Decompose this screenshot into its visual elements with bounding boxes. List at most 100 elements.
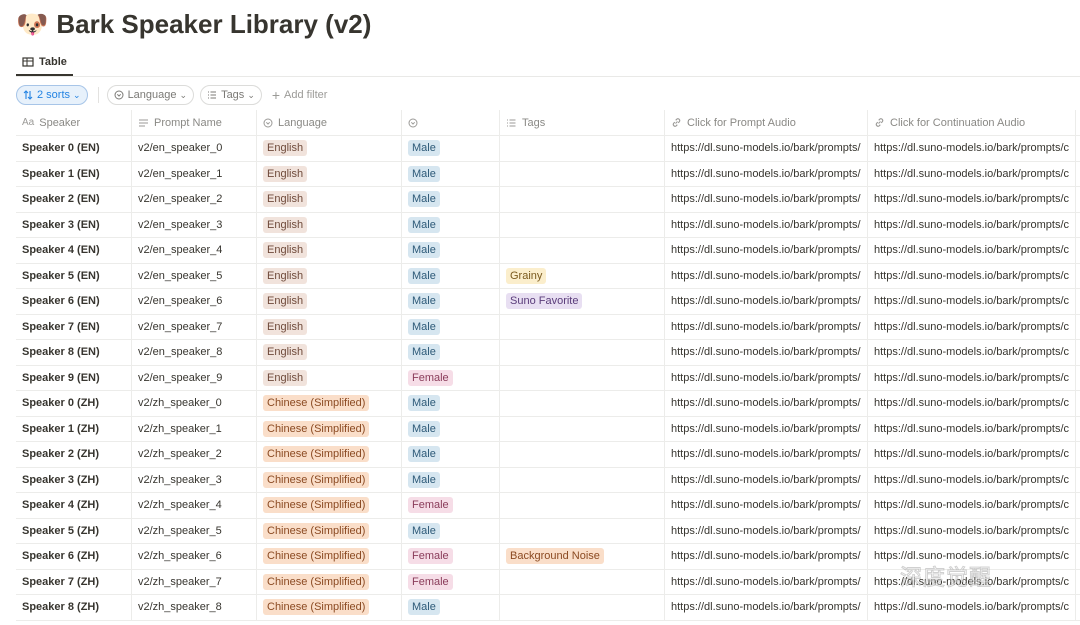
language-cell[interactable]: English — [257, 289, 402, 314]
gender-cell[interactable]: Male — [402, 136, 500, 161]
continuation-audio-link[interactable]: https://dl.suno-models.io/bark/prompts/c — [874, 244, 1069, 256]
tags-cell[interactable] — [500, 212, 665, 237]
continuation-audio-link[interactable]: https://dl.suno-models.io/bark/prompts/c — [874, 219, 1069, 231]
language-cell[interactable]: English — [257, 187, 402, 212]
continuation-audio-cell[interactable]: https://dl.suno-models.io/bark/prompts/c — [868, 595, 1076, 620]
language-cell[interactable]: English — [257, 161, 402, 186]
column-header-prompt-name[interactable]: Prompt Name — [132, 110, 257, 135]
prompt-audio-cell[interactable]: https://dl.suno-models.io/bark/prompts/ — [665, 416, 868, 441]
tags-cell[interactable] — [500, 314, 665, 339]
continuation-audio-link[interactable]: https://dl.suno-models.io/bark/prompts/c — [874, 474, 1069, 486]
prompt-audio-link[interactable]: https://dl.suno-models.io/bark/prompts/ — [671, 168, 861, 180]
prompt-name-cell[interactable]: v2/en_speaker_5 — [132, 263, 257, 288]
tags-cell[interactable] — [500, 416, 665, 441]
prompt-audio-cell[interactable]: https://dl.suno-models.io/bark/prompts/ — [665, 442, 868, 467]
prompt-audio-cell[interactable]: https://dl.suno-models.io/bark/prompts/ — [665, 391, 868, 416]
table-row[interactable]: Speaker 0 (EN) v2/en_speaker_0 English Male… — [16, 136, 1080, 162]
tags-cell[interactable] — [500, 161, 665, 186]
page-title[interactable]: Bark Speaker Library (v2) — [56, 9, 371, 40]
tags-cell[interactable]: Background Noise — [500, 544, 665, 569]
prompt-audio-cell[interactable]: https://dl.suno-models.io/bark/prompts/ — [665, 595, 868, 620]
table-row[interactable]: Speaker 0 (ZH) v2/zh_speaker_0 Chinese (Si… — [16, 391, 1080, 417]
prompt-audio-link[interactable]: https://dl.suno-models.io/bark/prompts/ — [671, 550, 861, 562]
extra-cell[interactable] — [1076, 238, 1080, 263]
extra-cell[interactable] — [1076, 340, 1080, 365]
continuation-audio-cell[interactable]: https://dl.suno-models.io/bark/prompts/c — [868, 416, 1076, 441]
column-header-speaker[interactable]: Aa Speaker — [16, 110, 132, 135]
language-cell[interactable]: Chinese (Simplified) — [257, 493, 402, 518]
continuation-audio-link[interactable]: https://dl.suno-models.io/bark/prompts/c — [874, 346, 1069, 358]
prompt-audio-link[interactable]: https://dl.suno-models.io/bark/prompts/ — [671, 474, 861, 486]
gender-cell[interactable]: Male — [402, 391, 500, 416]
continuation-audio-cell[interactable]: https://dl.suno-models.io/bark/prompts/c — [868, 161, 1076, 186]
prompt-name-cell[interactable]: v2/zh_speaker_8 — [132, 595, 257, 620]
table-row[interactable]: Speaker 3 (EN) v2/en_speaker_3 English Male… — [16, 212, 1080, 238]
speaker-cell[interactable]: Speaker 3 (ZH) — [16, 467, 132, 492]
continuation-audio-link[interactable]: https://dl.suno-models.io/bark/prompts/c — [874, 321, 1069, 333]
column-header-language[interactable]: Language — [257, 110, 402, 135]
prompt-name-cell[interactable]: v2/zh_speaker_2 — [132, 442, 257, 467]
prompt-audio-link[interactable]: https://dl.suno-models.io/bark/prompts/ — [671, 142, 861, 154]
tags-cell[interactable] — [500, 340, 665, 365]
extra-cell[interactable] — [1076, 213, 1080, 238]
extra-cell[interactable] — [1076, 366, 1080, 391]
prompt-name-cell[interactable]: v2/zh_speaker_5 — [132, 518, 257, 543]
prompt-name-cell[interactable]: v2/zh_speaker_1 — [132, 416, 257, 441]
extra-cell[interactable] — [1076, 315, 1080, 340]
continuation-audio-cell[interactable]: https://dl.suno-models.io/bark/prompts/c — [868, 136, 1076, 161]
prompt-audio-cell[interactable]: https://dl.suno-models.io/bark/prompts/ — [665, 314, 868, 339]
prompt-name-cell[interactable]: v2/zh_speaker_7 — [132, 569, 257, 594]
tab-table[interactable]: Table — [16, 50, 73, 76]
prompt-name-cell[interactable]: v2/en_speaker_9 — [132, 365, 257, 390]
table-row[interactable]: Speaker 1 (EN) v2/en_speaker_1 English Male… — [16, 161, 1080, 187]
table-row[interactable]: Speaker 3 (ZH) v2/zh_speaker_3 Chinese (Si… — [16, 467, 1080, 493]
language-cell[interactable]: Chinese (Simplified) — [257, 467, 402, 492]
prompt-audio-cell[interactable]: https://dl.suno-models.io/bark/prompts/ — [665, 289, 868, 314]
tags-cell[interactable] — [500, 365, 665, 390]
table-row[interactable]: Speaker 7 (EN) v2/en_speaker_7 English Male… — [16, 314, 1080, 340]
tags-cell[interactable] — [500, 442, 665, 467]
table-row[interactable]: Speaker 9 (EN) v2/en_speaker_9 English Fema… — [16, 365, 1080, 391]
prompt-name-cell[interactable]: v2/en_speaker_7 — [132, 314, 257, 339]
extra-cell[interactable] — [1076, 595, 1080, 620]
column-header-tags[interactable]: Tags — [500, 110, 665, 135]
prompt-audio-link[interactable]: https://dl.suno-models.io/bark/prompts/ — [671, 448, 861, 460]
speaker-cell[interactable]: Speaker 4 (ZH) — [16, 493, 132, 518]
continuation-audio-cell[interactable]: https://dl.suno-models.io/bark/prompts/c — [868, 212, 1076, 237]
tags-cell[interactable] — [500, 569, 665, 594]
language-cell[interactable]: Chinese (Simplified) — [257, 544, 402, 569]
speaker-cell[interactable]: Speaker 0 (ZH) — [16, 391, 132, 416]
table-row[interactable]: Speaker 1 (ZH) v2/zh_speaker_1 Chinese (Si… — [16, 416, 1080, 442]
language-cell[interactable]: English — [257, 212, 402, 237]
gender-cell[interactable]: Male — [402, 340, 500, 365]
prompt-name-cell[interactable]: v2/en_speaker_2 — [132, 187, 257, 212]
continuation-audio-link[interactable]: https://dl.suno-models.io/bark/prompts/c — [874, 193, 1069, 205]
tags-cell[interactable] — [500, 595, 665, 620]
prompt-audio-link[interactable]: https://dl.suno-models.io/bark/prompts/ — [671, 193, 861, 205]
gender-cell[interactable]: Female — [402, 569, 500, 594]
prompt-name-cell[interactable]: v2/zh_speaker_6 — [132, 544, 257, 569]
speaker-cell[interactable]: Speaker 1 (ZH) — [16, 416, 132, 441]
language-cell[interactable]: Chinese (Simplified) — [257, 518, 402, 543]
gender-cell[interactable]: Male — [402, 212, 500, 237]
extra-cell[interactable] — [1076, 264, 1080, 289]
speaker-cell[interactable]: Speaker 9 (EN) — [16, 365, 132, 390]
tags-cell[interactable]: Grainy — [500, 263, 665, 288]
prompt-audio-link[interactable]: https://dl.suno-models.io/bark/prompts/ — [671, 601, 861, 613]
gender-cell[interactable]: Male — [402, 187, 500, 212]
continuation-audio-cell[interactable]: https://dl.suno-models.io/bark/prompts/c — [868, 493, 1076, 518]
prompt-audio-cell[interactable]: https://dl.suno-models.io/bark/prompts/ — [665, 340, 868, 365]
prompt-audio-cell[interactable]: https://dl.suno-models.io/bark/prompts/ — [665, 187, 868, 212]
gender-cell[interactable]: Female — [402, 493, 500, 518]
prompt-audio-link[interactable]: https://dl.suno-models.io/bark/prompts/ — [671, 295, 861, 307]
prompt-audio-link[interactable]: https://dl.suno-models.io/bark/prompts/ — [671, 423, 861, 435]
continuation-audio-link[interactable]: https://dl.suno-models.io/bark/prompts/c — [874, 168, 1069, 180]
continuation-audio-link[interactable]: https://dl.suno-models.io/bark/prompts/c — [874, 372, 1069, 384]
table-row[interactable]: Speaker 8 (ZH) v2/zh_speaker_8 Chinese (Si… — [16, 595, 1080, 621]
prompt-name-cell[interactable]: v2/en_speaker_4 — [132, 238, 257, 263]
continuation-audio-link[interactable]: https://dl.suno-models.io/bark/prompts/c — [874, 423, 1069, 435]
column-header-more[interactable]: ≡ — [1076, 110, 1080, 135]
table-row[interactable]: Speaker 4 (ZH) v2/zh_speaker_4 Chinese (Si… — [16, 493, 1080, 519]
table-row[interactable]: Speaker 4 (EN) v2/en_speaker_4 English Male… — [16, 238, 1080, 264]
language-cell[interactable]: English — [257, 263, 402, 288]
